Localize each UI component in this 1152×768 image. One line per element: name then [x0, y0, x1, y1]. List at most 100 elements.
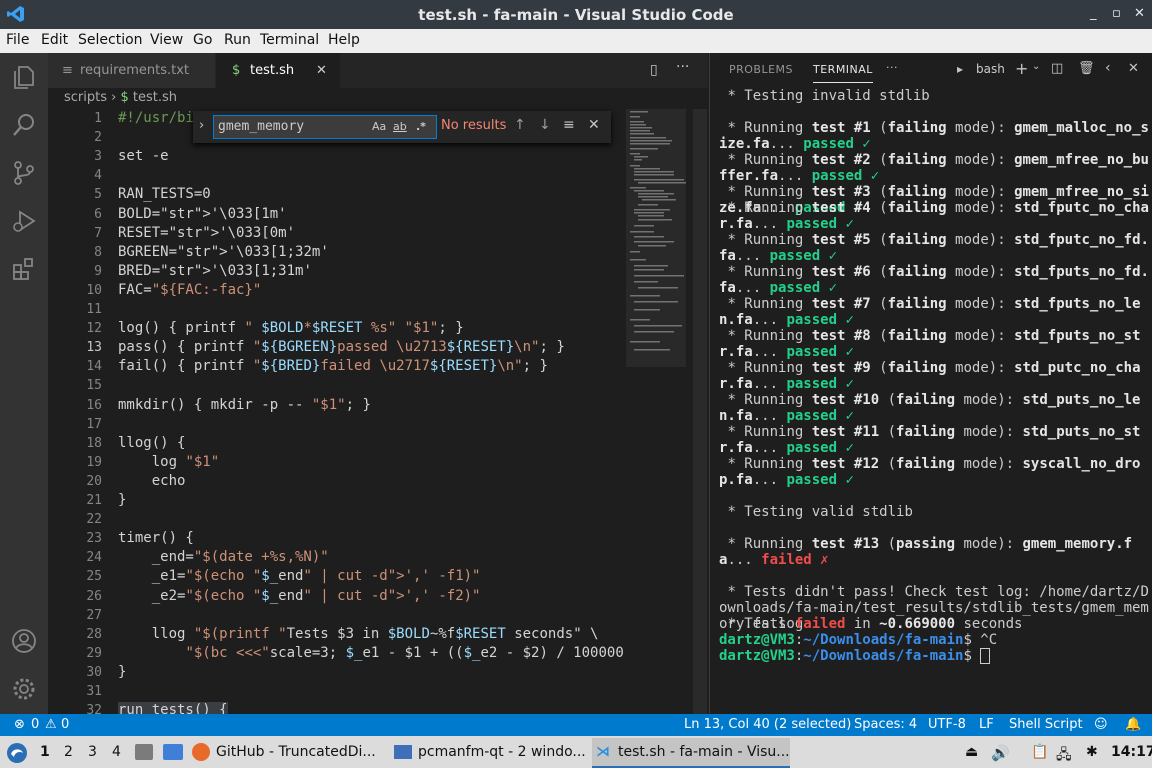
workspace-4[interactable]: 4: [112, 744, 121, 760]
tab-requirements[interactable]: ≡ requirements.txt: [48, 53, 215, 88]
language-mode[interactable]: Shell Script: [1009, 717, 1083, 732]
more-actions-icon[interactable]: ···: [676, 59, 689, 75]
menu-file[interactable]: File: [6, 32, 29, 48]
minimap[interactable]: [626, 109, 686, 369]
menu-terminal[interactable]: Terminal: [260, 32, 319, 48]
chevron-left-icon[interactable]: ‹: [1105, 60, 1111, 76]
gear-icon[interactable]: [10, 675, 38, 703]
tab-close-icon[interactable]: ✕: [316, 53, 327, 88]
task-firefox[interactable]: GitHub - TruncatedDi...: [192, 738, 390, 766]
error-icon[interactable]: ⊗: [14, 717, 25, 732]
breadcrumb-folder[interactable]: scripts: [64, 90, 107, 105]
chevron-down-icon[interactable]: ⌄: [1032, 61, 1040, 72]
extensions-icon[interactable]: [10, 255, 38, 283]
cursor-position[interactable]: Ln 13, Col 40 (2 selected): [684, 717, 851, 732]
close-icon[interactable]: ✕: [1134, 6, 1145, 21]
new-terminal-plus-icon[interactable]: +: [1015, 59, 1028, 78]
maximize-icon[interactable]: ▫: [1112, 6, 1121, 21]
close-panel-icon[interactable]: ✕: [1128, 61, 1139, 76]
code-line: RESET="str">'\033[0m': [118, 224, 296, 241]
menu-help[interactable]: Help: [328, 32, 360, 48]
terminal-line: * Running test #8 (failing mode): std_fp…: [719, 328, 1141, 360]
tab-terminal[interactable]: TERMINAL: [813, 63, 873, 83]
network-icon[interactable]: 🖧: [1056, 744, 1072, 768]
code-line: timer() {: [118, 530, 194, 547]
regex-toggle[interactable]: .*: [416, 120, 426, 133]
match-case-toggle[interactable]: Aa: [372, 120, 386, 133]
line-number: 5: [94, 187, 102, 203]
menu-bar: File Edit Selection View Go Run Terminal…: [0, 29, 1152, 53]
window-title: test.sh - fa-main - Visual Studio Code: [418, 6, 734, 24]
line-number: 19: [86, 454, 102, 470]
clipboard-icon[interactable]: 📋: [1031, 744, 1048, 760]
desktop-launcher-icon[interactable]: [163, 744, 183, 760]
shell-file-icon: $: [120, 90, 129, 105]
menu-edit[interactable]: Edit: [41, 32, 68, 48]
menu-selection[interactable]: Selection: [78, 32, 143, 48]
line-number: 25: [86, 569, 102, 585]
task-pcmanfm[interactable]: pcmanfm-qt - 2 windo...: [394, 738, 588, 766]
line-number: 1: [94, 111, 102, 126]
code-line: log "$1": [118, 453, 220, 470]
minimize-icon[interactable]: _: [1090, 6, 1097, 21]
split-editor-icon[interactable]: ▯: [650, 62, 658, 78]
next-match-arrow-down-icon[interactable]: ↓: [539, 117, 551, 133]
whole-word-toggle[interactable]: ab: [393, 120, 407, 133]
menu-view[interactable]: View: [150, 32, 183, 48]
terminal-line: * Running test #12 (failing mode): sysca…: [719, 456, 1141, 488]
start-menu-icon[interactable]: [6, 742, 28, 764]
code-line: _end="$(date +%s,%N)": [118, 549, 329, 566]
menu-go[interactable]: Go: [193, 32, 212, 48]
terminal-shell-selector[interactable]: bash: [976, 62, 1005, 76]
account-icon[interactable]: [10, 627, 38, 655]
file-manager-launcher-icon[interactable]: [135, 744, 153, 760]
previous-match-arrow-up-icon[interactable]: ↑: [514, 117, 526, 133]
terminal-line: dartz@VM3:~/Downloads/fa-main$: [719, 648, 1150, 664]
bluetooth-icon[interactable]: ✱: [1086, 744, 1098, 760]
tab-test-sh[interactable]: $ test.sh ✕: [216, 53, 340, 88]
feedback-icon[interactable]: ☺: [1094, 717, 1108, 732]
warning-icon[interactable]: ⚠: [45, 717, 57, 732]
task-vscode[interactable]: ⋊ test.sh - fa-main - Visu...: [592, 738, 790, 768]
encoding[interactable]: UTF-8: [928, 717, 966, 732]
breadcrumb: scripts › $ test.sh: [64, 90, 177, 105]
volume-icon[interactable]: 🔊: [991, 744, 1010, 762]
clock[interactable]: 14:17: [1111, 744, 1152, 760]
workspace-2[interactable]: 2: [64, 744, 73, 760]
editor-scrollbar[interactable]: [693, 109, 707, 714]
split-terminal-icon[interactable]: ◫: [1051, 61, 1063, 76]
menu-run[interactable]: Run: [224, 32, 251, 48]
line-number: 4: [94, 168, 102, 184]
source-control-icon[interactable]: [10, 159, 38, 187]
upload-tray-icon[interactable]: ⏏: [965, 744, 978, 760]
activity-bar: [0, 53, 48, 714]
indentation[interactable]: Spaces: 4: [854, 717, 917, 732]
terminal-line: * Testing invalid stdlib: [719, 88, 930, 104]
run-debug-icon[interactable]: [10, 207, 38, 235]
explorer-icon[interactable]: [10, 63, 38, 91]
find-close-icon[interactable]: ✕: [588, 117, 600, 133]
line-number: 18: [86, 435, 102, 451]
trash-icon[interactable]: 🗑: [1078, 61, 1095, 76]
warning-count[interactable]: 0: [61, 717, 69, 732]
editor-tabs: ≡ requirements.txt $ test.sh ✕ ▯ ···: [48, 53, 708, 88]
find-in-selection-icon[interactable]: ≡: [563, 117, 575, 133]
line-number: 27: [86, 607, 102, 623]
workspace-1[interactable]: 1: [40, 744, 50, 760]
end-of-line[interactable]: LF: [979, 717, 994, 732]
task-label: test.sh - fa-main - Visu...: [618, 744, 790, 760]
error-count[interactable]: 0: [31, 717, 39, 732]
terminal-line: dartz@VM3:~/Downloads/fa-main$ ^C: [719, 632, 998, 648]
more-views-icon[interactable]: ···: [886, 61, 898, 74]
workspace-3[interactable]: 3: [88, 744, 97, 760]
search-icon[interactable]: [10, 111, 38, 139]
terminal-line: * Running test #5 (failing mode): std_fp…: [719, 232, 1149, 264]
tab-problems[interactable]: PROBLEMS: [729, 63, 793, 76]
code-line: mmkdir() { mkdir -p -- "$1"; }: [118, 396, 371, 413]
terminal-line: * Running test #6 (failing mode): std_fp…: [719, 264, 1149, 296]
notifications-bell-icon[interactable]: 🔔: [1125, 717, 1141, 732]
terminal-line: * Running test #9 (failing mode): std_pu…: [719, 360, 1141, 392]
toggle-replace-chevron-icon[interactable]: ›: [199, 118, 204, 133]
breadcrumb-file[interactable]: test.sh: [133, 90, 177, 105]
line-number: 11: [86, 302, 102, 317]
